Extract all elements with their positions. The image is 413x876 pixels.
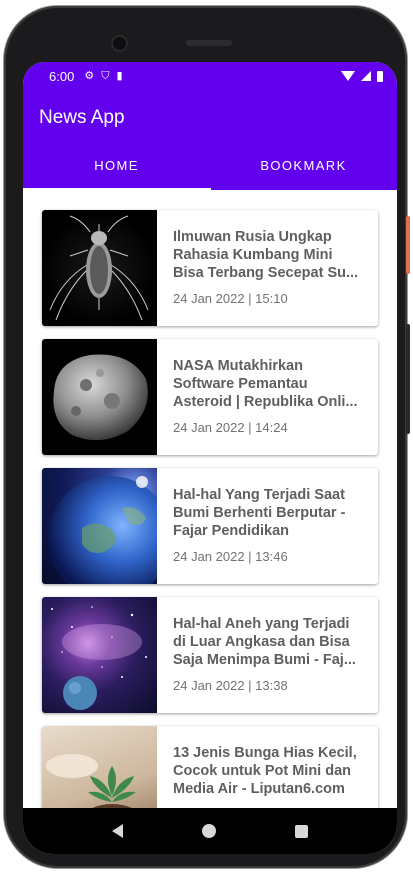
status-time: 6:00 <box>49 68 75 84</box>
news-card[interactable]: Hal-hal Yang Terjadi Saat Bumi Berhenti … <box>42 468 378 584</box>
speaker-grille <box>186 40 232 46</box>
tab-bar: HOME BOOKMARK <box>23 146 397 190</box>
news-date: 24 Jan 2022 | 13:46 <box>173 549 288 564</box>
phone-frame: 6:00 ⚙ ⛉ ▮ News App HOME BOOKMARK Ilmuwa… <box>4 6 410 868</box>
news-card[interactable]: Hal-hal Aneh yang Terjadi di Luar Angkas… <box>42 597 378 713</box>
tab-home[interactable]: HOME <box>23 146 210 190</box>
app-title: News App <box>39 107 125 128</box>
news-date: 24 Jan 2022 | 13:38 <box>173 678 288 693</box>
recent-apps-icon[interactable] <box>294 824 308 838</box>
shield-icon: ⛉ <box>101 69 110 82</box>
earth-photo <box>42 468 157 584</box>
news-title: Hal-hal Yang Terjadi Saat Bumi Berhenti … <box>173 487 346 539</box>
news-date: 24 Jan 2022 | 14:24 <box>173 420 288 435</box>
tab-bookmark[interactable]: BOOKMARK <box>210 146 397 190</box>
sd-card-icon: ▮ <box>116 69 123 82</box>
space-photo <box>42 597 157 713</box>
volume-button[interactable] <box>406 324 410 434</box>
app-bar: News App <box>23 90 397 146</box>
news-list[interactable]: Ilmuwan Rusia Ungkap Rahasia Kumbang Min… <box>23 190 397 842</box>
news-date: 24 Jan 2022 | 15:10 <box>173 291 288 306</box>
signal-icon <box>361 71 371 81</box>
status-bar: 6:00 ⚙ ⛉ ▮ <box>23 62 397 90</box>
news-title: NASA Mutakhirkan Software Pemantau Aster… <box>173 358 358 410</box>
screen: 6:00 ⚙ ⛉ ▮ News App HOME BOOKMARK Ilmuwa… <box>23 62 397 854</box>
back-icon[interactable] <box>112 824 124 838</box>
news-title: 13 Jenis Bunga Hias Kecil, Cocok untuk P… <box>173 745 357 797</box>
asteroid-photo <box>42 339 157 455</box>
tab-indicator <box>23 188 211 190</box>
home-icon[interactable] <box>201 824 216 838</box>
news-card[interactable]: NASA Mutakhirkan Software Pemantau Aster… <box>42 339 378 455</box>
battery-icon <box>377 70 383 82</box>
camera-icon <box>113 37 126 50</box>
power-button[interactable] <box>406 216 410 274</box>
news-title: Hal-hal Aneh yang Terjadi di Luar Angkas… <box>173 616 356 668</box>
news-title: Ilmuwan Rusia Ungkap Rahasia Kumbang Min… <box>173 229 359 281</box>
system-nav-bar <box>23 808 397 854</box>
wifi-icon <box>341 71 355 81</box>
news-card[interactable]: Ilmuwan Rusia Ungkap Rahasia Kumbang Min… <box>42 210 378 326</box>
gear-icon: ⚙ <box>84 69 95 82</box>
beetle-photo <box>42 210 157 326</box>
